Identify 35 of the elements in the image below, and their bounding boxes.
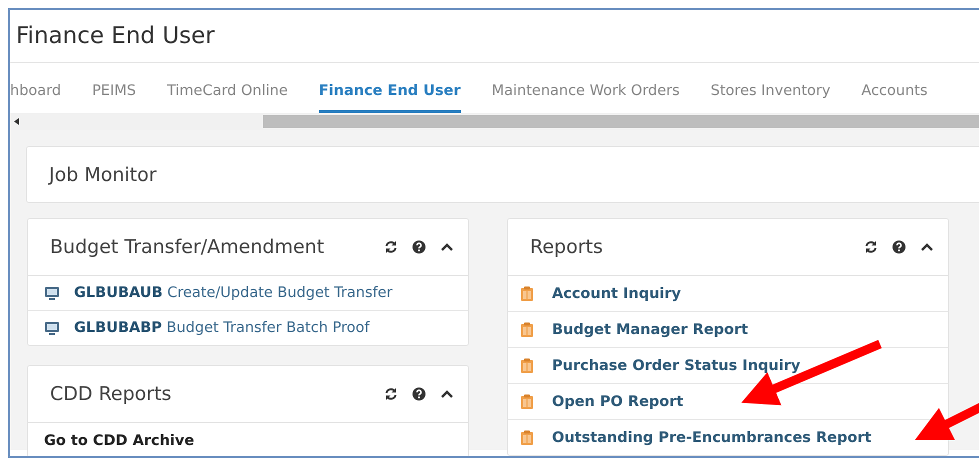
refresh-icon[interactable]: [384, 387, 398, 401]
help-icon[interactable]: [412, 240, 426, 254]
job-monitor-card[interactable]: Job Monitor: [26, 146, 979, 203]
clipboard-icon: [520, 286, 534, 302]
report-link[interactable]: Purchase Order Status Inquiry: [552, 358, 800, 374]
tab[interactable]: PEIMS: [92, 63, 136, 113]
left-arrow-icon[interactable]: [14, 118, 18, 125]
tab[interactable]: hboard: [10, 63, 62, 113]
archive-link[interactable]: Go to CDD Archive: [44, 432, 194, 448]
program-link[interactable]: GLBUBAUB Create/Update Budget Transfer: [74, 285, 392, 301]
report-link[interactable]: Open PO Report: [552, 394, 684, 410]
clipboard-icon: [520, 322, 534, 338]
tab[interactable]: TimeCard Online: [166, 63, 288, 113]
refresh-icon[interactable]: [864, 240, 878, 254]
clipboard-icon: [520, 394, 534, 410]
tab[interactable]: Accounts: [861, 63, 928, 113]
help-icon[interactable]: [412, 387, 426, 401]
monitor-icon: [44, 320, 60, 336]
report-link[interactable]: Outstanding Pre-Encumbrances Report: [552, 430, 872, 446]
panel-title: CDD Reports: [50, 383, 172, 405]
program-link[interactable]: GLBUBABP Budget Transfer Batch Proof: [74, 320, 370, 336]
clipboard-icon: [520, 430, 534, 446]
tab[interactable]: Stores Inventory: [710, 63, 830, 113]
refresh-icon[interactable]: [384, 240, 398, 254]
annotation-arrow: [914, 400, 979, 440]
report-link[interactable]: Budget Manager Report: [552, 322, 748, 338]
clipboard-icon: [520, 358, 534, 374]
panel-title: Reports: [530, 236, 604, 258]
page-title: Finance End User: [10, 10, 979, 63]
monitor-icon: [44, 286, 60, 300]
help-icon[interactable]: [892, 240, 906, 254]
panel-title: Budget Transfer/Amendment: [50, 236, 326, 258]
scroll-bar[interactable]: [10, 113, 979, 130]
tab[interactable]: Maintenance Work Orders: [492, 63, 680, 113]
report-link[interactable]: Account Inquiry: [552, 286, 681, 302]
